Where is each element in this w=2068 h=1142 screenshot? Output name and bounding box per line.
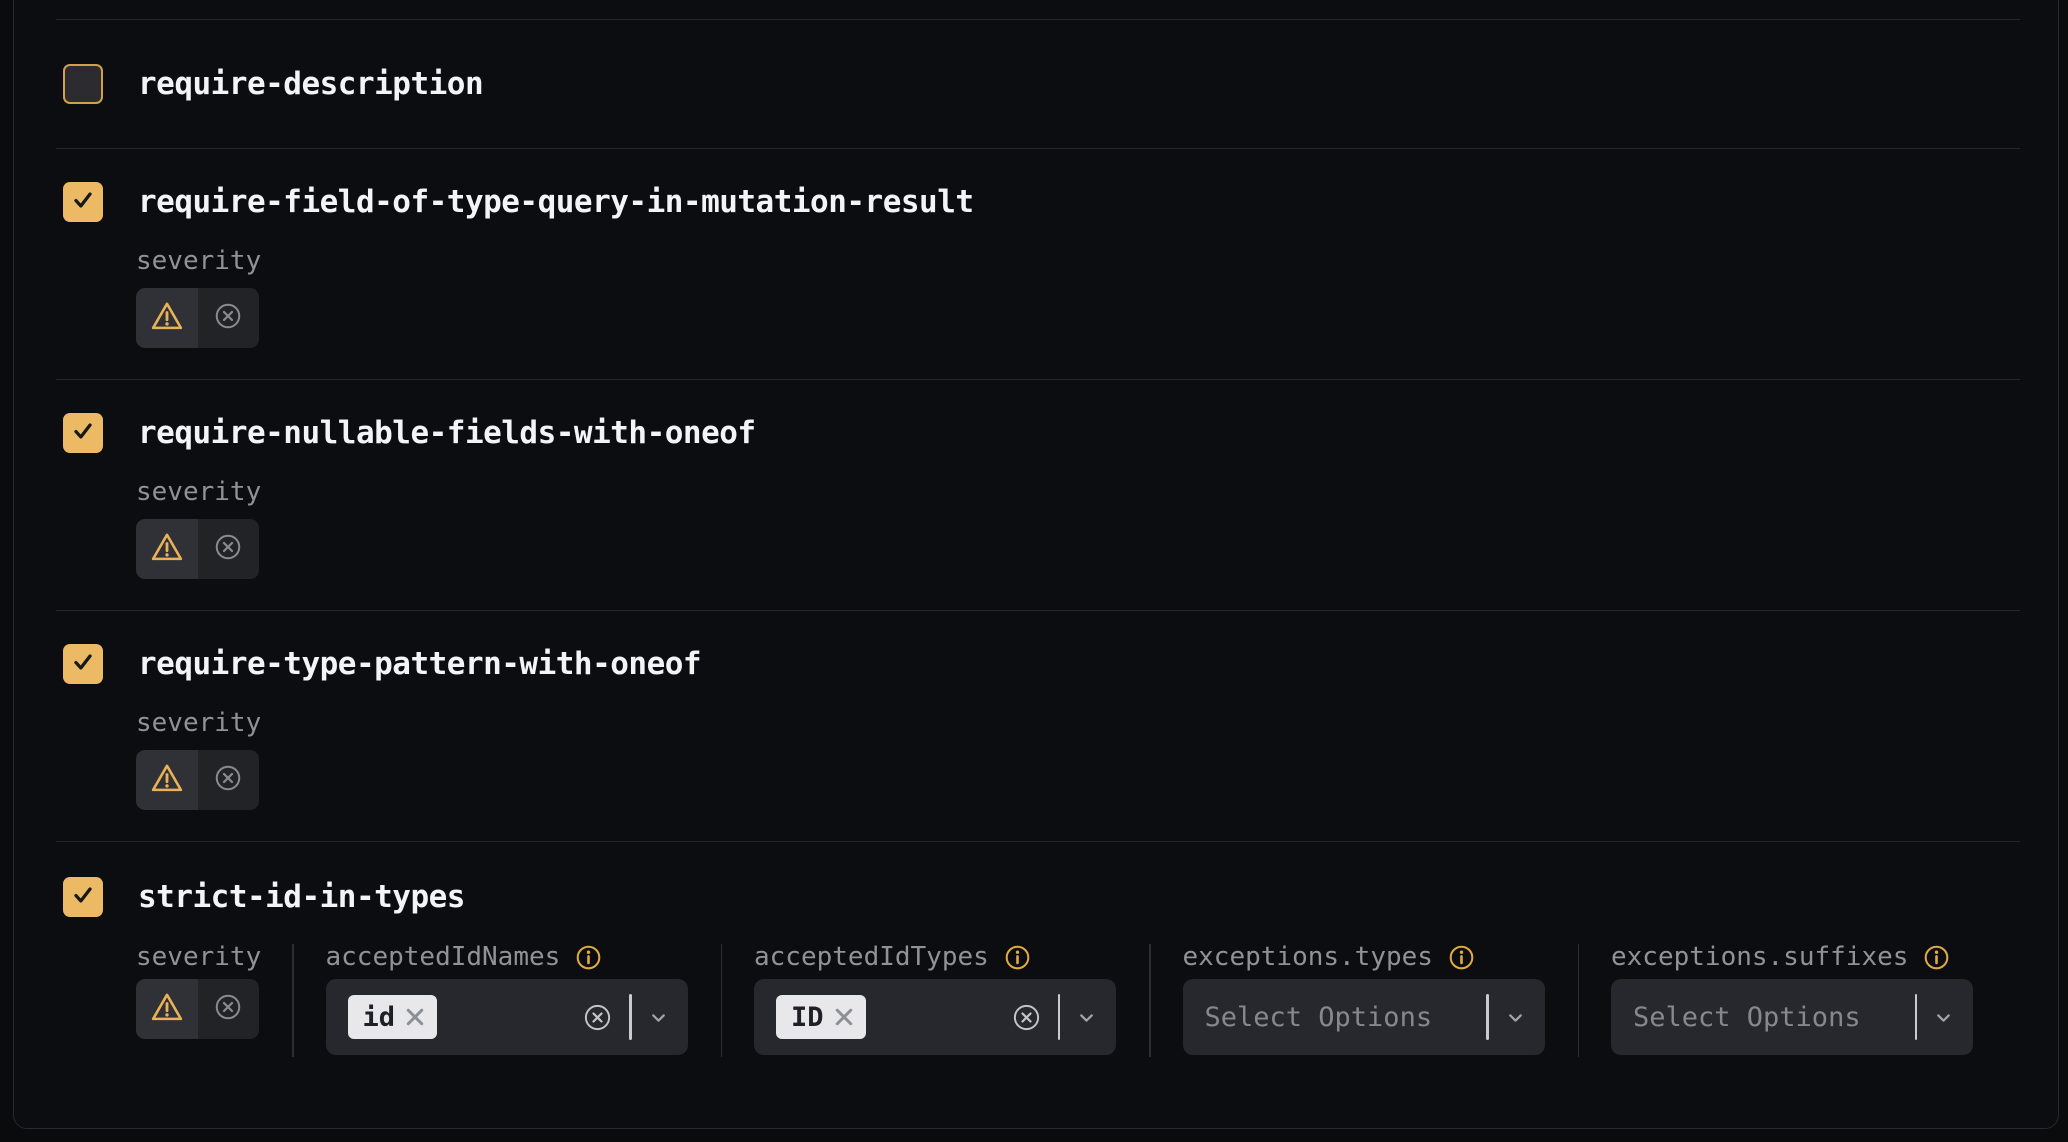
rule-checkbox[interactable] [63,877,103,917]
warning-triangle-icon [149,530,185,568]
checkmark-icon [70,649,96,679]
severity-warn-button[interactable] [136,519,198,579]
info-icon[interactable] [1923,944,1950,971]
field-divider [1486,994,1489,1040]
chevron-down-icon[interactable] [1931,1005,1956,1030]
multiselect-field[interactable]: Select Options [1611,979,1973,1055]
field-divider [629,994,632,1040]
checkmark-icon [70,882,96,912]
warning-triangle-icon [149,990,185,1028]
severity-toggle [136,288,259,348]
severity-label: severity [136,247,2020,275]
info-icon[interactable] [575,944,602,971]
multiselect-field[interactable]: id [326,979,688,1055]
info-icon[interactable] [1448,944,1475,971]
option-label: acceptedIdNames [326,943,561,971]
rule-name: require-field-of-type-query-in-mutation-… [138,184,974,220]
severity-toggle [136,519,259,579]
rule-checkbox[interactable] [63,64,103,104]
rule-checkbox[interactable] [63,644,103,684]
severity-toggle [136,979,259,1039]
option-label: exceptions.types [1183,943,1433,971]
rule-row: require-type-pattern-with-oneof severity [56,610,2020,841]
circle-x-icon [213,532,243,566]
severity-warn-button[interactable] [136,288,198,348]
severity-off-button[interactable] [198,288,260,348]
chip-label: ID [791,1002,824,1033]
severity-off-button[interactable] [198,750,260,810]
field-divider [1058,994,1061,1040]
rule-name: require-type-pattern-with-oneof [138,646,701,682]
warning-triangle-icon [149,299,185,337]
checkmark-icon [70,418,96,448]
chip-remove-icon[interactable] [406,1008,424,1026]
rule-row: require-nullable-fields-with-oneof sever… [56,379,2020,610]
checkmark-icon [70,187,96,217]
warning-triangle-icon [149,761,185,799]
severity-label: severity [136,709,2020,737]
multiselect-field[interactable]: Select Options [1183,979,1545,1055]
circle-x-icon [213,301,243,335]
rules-card: require-description require-field-of-typ… [13,0,2059,1129]
rule-checkbox[interactable] [63,182,103,222]
rule-row: require-field-of-type-query-in-mutation-… [56,148,2020,379]
chip-label: id [363,1002,396,1033]
severity-label: severity [136,478,2020,506]
severity-toggle [136,750,259,810]
circle-x-icon [213,992,243,1026]
multiselect-field[interactable]: ID [754,979,1116,1055]
chevron-down-icon[interactable] [646,1005,671,1030]
severity-warn-button[interactable] [136,979,198,1039]
info-icon[interactable] [1004,944,1031,971]
rule-row: require-description [56,19,2020,148]
circle-x-icon [213,763,243,797]
severity-off-button[interactable] [198,979,260,1039]
severity-warn-button[interactable] [136,750,198,810]
severity-label: severity [136,943,292,971]
chip-remove-icon[interactable] [835,1008,853,1026]
rule-name: strict-id-in-types [138,879,465,915]
field-divider [1915,994,1918,1040]
clear-selection-icon[interactable] [1011,1002,1042,1033]
select-placeholder: Select Options [1633,1002,1861,1033]
chevron-down-icon[interactable] [1503,1005,1528,1030]
chevron-down-icon[interactable] [1074,1005,1099,1030]
rule-options: severity [136,943,2020,1057]
rule-name: require-nullable-fields-with-oneof [138,415,756,451]
clear-selection-icon[interactable] [582,1002,613,1033]
rule-row: strict-id-in-types severity [56,841,2020,1057]
severity-off-button[interactable] [198,519,260,579]
rule-checkbox[interactable] [63,413,103,453]
rule-name: require-description [138,66,483,102]
select-placeholder: Select Options [1205,1002,1433,1033]
selected-option-chip: ID [776,995,866,1039]
selected-option-chip: id [348,995,438,1039]
option-label: acceptedIdTypes [754,943,989,971]
option-label: exceptions.suffixes [1611,943,1908,971]
